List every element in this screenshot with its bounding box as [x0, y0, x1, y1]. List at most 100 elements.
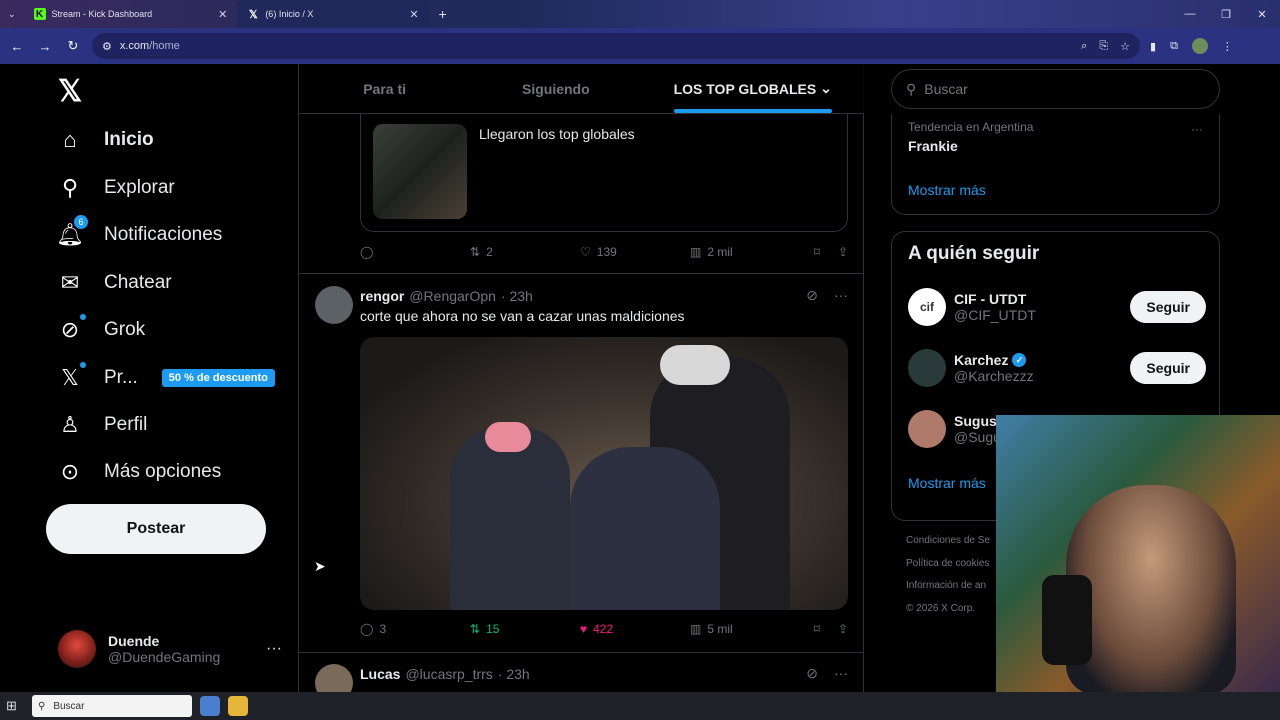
- close-tab-icon[interactable]: ✕: [218, 8, 227, 21]
- views-icon: ▥: [690, 245, 702, 259]
- new-dot: [80, 314, 86, 320]
- reload-icon[interactable]: ↻: [64, 38, 82, 54]
- bell-icon: 🔔︎ 6: [56, 215, 88, 249]
- views-button[interactable]: ▥ 2 mil: [690, 245, 800, 259]
- nav-item-perfil[interactable]: ♙ Perfil: [56, 411, 147, 439]
- search-icon: ⚲: [38, 700, 46, 712]
- trends-panel: Tendencia en Argentina Frankie ··· Mostr…: [891, 114, 1220, 215]
- reply-button[interactable]: ◯ 3: [360, 622, 470, 636]
- tab-x[interactable]: 𝕏 (6) Inicio / X ✕: [237, 0, 429, 28]
- footer-link[interactable]: Política de cookies: [906, 553, 990, 576]
- photo-figure: [450, 427, 570, 610]
- post-header: Lucas @lucasrp_trrs · 23h ⊘ ···: [360, 665, 848, 682]
- file-explorer-icon[interactable]: [228, 696, 248, 716]
- site-info-icon[interactable]: ⚙: [102, 40, 112, 53]
- avatar: [908, 349, 946, 387]
- follow-suggestion[interactable]: cif CIF - UTDT @CIF_UTDT Seguir: [908, 288, 1206, 326]
- bookmark-icon[interactable]: ⌑: [814, 622, 820, 636]
- avatar: [58, 630, 96, 668]
- profile-avatar[interactable]: [1191, 38, 1208, 54]
- taskbar-search[interactable]: ⚲ Buscar: [32, 695, 192, 717]
- retweet-button[interactable]: ⇅ 2: [470, 245, 580, 259]
- nav-item-mas-opciones[interactable]: ⊙ Más opciones: [56, 458, 221, 486]
- post-button[interactable]: Postear: [46, 504, 266, 554]
- post-divider: [299, 273, 864, 274]
- footer-link[interactable]: Información de an: [906, 575, 990, 598]
- search-icon: ⚲: [61, 175, 79, 200]
- like-button[interactable]: ♥ 422: [580, 622, 690, 636]
- nav-item-chatear[interactable]: ✉ Chatear: [56, 269, 172, 297]
- feed-column: Para ti Siguiendo LOS TOP GLOBALES ⌄ Lle…: [298, 64, 864, 692]
- follow-suggestion[interactable]: Karchez ✓ @Karchezzz Seguir: [908, 349, 1206, 387]
- extension-icon[interactable]: ▮: [1150, 40, 1156, 53]
- follow-button[interactable]: Seguir: [1130, 291, 1206, 323]
- grok-icon[interactable]: ⊘: [806, 665, 818, 682]
- show-more-link[interactable]: Mostrar más: [908, 182, 986, 198]
- verified-badge-icon: ✓: [1012, 353, 1027, 367]
- avatar[interactable]: [315, 664, 353, 692]
- discount-badge: 50 % de descuento: [161, 369, 275, 387]
- tab-para-ti[interactable]: Para ti: [299, 64, 470, 113]
- more-icon[interactable]: ···: [266, 640, 282, 658]
- retweet-icon: ⇅: [470, 622, 481, 636]
- nav-item-grok[interactable]: ⊘ Grok: [56, 314, 145, 344]
- share-icon[interactable]: ⇪: [838, 245, 848, 259]
- search-input[interactable]: ⚲ Buscar: [891, 69, 1220, 109]
- footer-links: Condiciones de Se Política de cookies In…: [906, 530, 990, 620]
- search-icon: ⚲: [906, 80, 917, 97]
- windows-start-icon[interactable]: ⊞: [6, 698, 24, 714]
- account-switcher[interactable]: Duende @DuendeGaming ···: [58, 630, 282, 668]
- grok-icon[interactable]: ⊘: [806, 287, 818, 304]
- share-icon[interactable]: ⇪: [838, 622, 848, 636]
- restore-icon[interactable]: ❐: [1208, 0, 1244, 28]
- reply-button[interactable]: ◯: [360, 245, 470, 259]
- follow-button[interactable]: Seguir: [1130, 352, 1206, 384]
- install-icon[interactable]: ⎘: [1099, 40, 1108, 53]
- close-window-icon[interactable]: ✕: [1244, 0, 1280, 28]
- browser-menu-icon[interactable]: ⋮: [1222, 40, 1233, 53]
- trend-item[interactable]: Frankie: [908, 138, 958, 154]
- tab-siguiendo[interactable]: Siguiendo: [470, 64, 641, 113]
- tab-top-globales[interactable]: LOS TOP GLOBALES ⌄: [641, 64, 864, 113]
- nav-item-explorar[interactable]: ⚲ Explorar: [56, 174, 175, 202]
- footer-link[interactable]: Condiciones de Se: [906, 530, 990, 553]
- quoted-post[interactable]: Llegaron los top globales: [360, 114, 848, 232]
- nav-item-inicio[interactable]: ⌂ Inicio: [56, 126, 153, 154]
- tab-kick[interactable]: K Stream - Kick Dashboard ✕: [24, 0, 238, 28]
- heart-icon: ♡: [580, 245, 591, 259]
- show-more-link[interactable]: Mostrar más: [908, 475, 986, 491]
- more-icon[interactable]: ···: [834, 665, 848, 682]
- retweet-button[interactable]: ⇅ 15: [470, 622, 580, 636]
- chrome-icon[interactable]: [200, 696, 220, 716]
- forward-icon[interactable]: →: [36, 39, 54, 54]
- avatar[interactable]: [315, 286, 353, 324]
- bookmark-icon[interactable]: ⌑: [814, 245, 820, 259]
- nav-item-premium[interactable]: 𝕏 Pr... 50 % de descuento: [56, 362, 275, 392]
- more-icon[interactable]: ···: [834, 287, 848, 304]
- quoted-post-image[interactable]: [373, 124, 467, 219]
- address-bar: ← → ↻ ⚙ x.com/home ⌕ ⎘ ☆ ▮ ⧉ ⋮: [0, 28, 1280, 64]
- photo-pink-hair: [485, 422, 531, 452]
- close-tab-icon[interactable]: ✕: [409, 8, 418, 21]
- post-actions: ◯ 3 ⇅ 15 ♥ 422 ▥ 5 mil ⌑ ⇪: [360, 622, 848, 636]
- webcam-overlay: [996, 415, 1280, 692]
- nav-item-notificaciones[interactable]: 🔔︎ 6 Notificaciones: [56, 215, 222, 249]
- photo-white-hair: [660, 345, 730, 385]
- more-icon[interactable]: ···: [1191, 122, 1203, 136]
- like-button[interactable]: ♡ 139: [580, 245, 690, 259]
- tab-dropdown[interactable]: ⌄: [0, 0, 24, 28]
- x-logo-icon[interactable]: 𝕏: [58, 74, 82, 109]
- grok-icon: ⊘: [56, 314, 86, 344]
- reply-icon: ◯: [360, 245, 374, 259]
- new-tab-button[interactable]: +: [429, 0, 457, 28]
- views-button[interactable]: ▥ 5 mil: [690, 622, 800, 636]
- post-image[interactable]: [360, 337, 848, 610]
- back-icon[interactable]: ←: [8, 39, 26, 54]
- zoom-icon[interactable]: ⌕: [1081, 40, 1087, 53]
- heart-filled-icon: ♥: [580, 622, 588, 636]
- extensions-puzzle-icon[interactable]: ⧉: [1170, 40, 1178, 53]
- minimize-icon[interactable]: —: [1172, 0, 1208, 28]
- bookmark-star-icon[interactable]: ☆: [1120, 40, 1130, 53]
- kick-icon: K: [33, 8, 46, 20]
- url-input[interactable]: ⚙ x.com/home ⌕ ⎘ ☆: [92, 33, 1140, 59]
